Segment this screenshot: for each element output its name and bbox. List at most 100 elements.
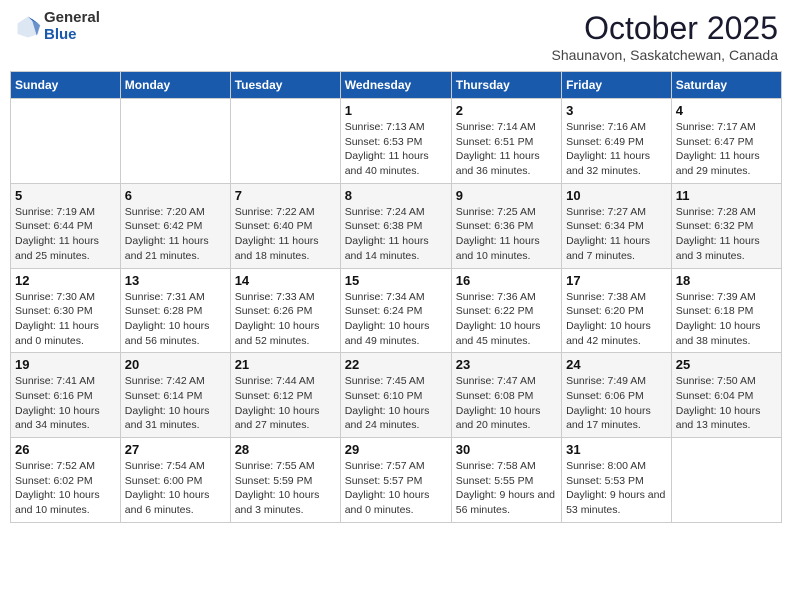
calendar-cell: 23Sunrise: 7:47 AM Sunset: 6:08 PM Dayli… bbox=[451, 353, 561, 438]
logo: General Blue bbox=[14, 10, 100, 43]
calendar-cell: 16 Sunrise: 7:36 AM Sunset: 6:22 PM Dayli… bbox=[451, 268, 561, 353]
logo-general: General bbox=[44, 10, 100, 27]
day-info: Sunrise: 7:54 AM Sunset: 6:00 PM Dayligh… bbox=[125, 459, 226, 518]
calendar-cell: 4 Sunrise: 7:17 AM Sunset: 6:47 PM Daylig… bbox=[671, 99, 781, 184]
day-number: 25 bbox=[676, 357, 777, 372]
weekday-header-row: SundayMondayTuesdayWednesdayThursdayFrid… bbox=[11, 72, 782, 99]
day-info: Sunrise: 7:47 AM Sunset: 6:08 PM Dayligh… bbox=[456, 374, 557, 433]
day-number: 29 bbox=[345, 442, 447, 457]
calendar-cell: 31Sunrise: 8:00 AM Sunset: 5:53 PM Dayli… bbox=[562, 438, 672, 523]
calendar-cell: 3 Sunrise: 7:16 AM Sunset: 6:49 PM Daylig… bbox=[562, 99, 672, 184]
day-number: 7 bbox=[235, 188, 336, 203]
day-number: 2 bbox=[456, 103, 557, 118]
calendar-cell: 11 Sunrise: 7:28 AM Sunset: 6:32 PM Dayli… bbox=[671, 183, 781, 268]
calendar-cell: 13 Sunrise: 7:31 AM Sunset: 6:28 PM Dayli… bbox=[120, 268, 230, 353]
day-number: 13 bbox=[125, 273, 226, 288]
day-number: 8 bbox=[345, 188, 447, 203]
day-number: 18 bbox=[676, 273, 777, 288]
day-number: 20 bbox=[125, 357, 226, 372]
calendar-cell: 18 Sunrise: 7:39 AM Sunset: 6:18 PM Dayli… bbox=[671, 268, 781, 353]
calendar-cell bbox=[11, 99, 121, 184]
logo-blue: Blue bbox=[44, 27, 100, 44]
day-info: Sunrise: 7:13 AM Sunset: 6:53 PM Dayligh… bbox=[345, 120, 447, 179]
day-number: 28 bbox=[235, 442, 336, 457]
day-number: 16 bbox=[456, 273, 557, 288]
weekday-header-wednesday: Wednesday bbox=[340, 72, 451, 99]
day-info: Sunrise: 7:31 AM Sunset: 6:28 PM Dayligh… bbox=[125, 290, 226, 349]
calendar-cell: 12Sunrise: 7:30 AM Sunset: 6:30 PM Dayli… bbox=[11, 268, 121, 353]
calendar-cell: 10 Sunrise: 7:27 AM Sunset: 6:34 PM Dayli… bbox=[562, 183, 672, 268]
day-info: Sunrise: 7:28 AM Sunset: 6:32 PM Dayligh… bbox=[676, 205, 777, 264]
day-info: Sunrise: 7:45 AM Sunset: 6:10 PM Dayligh… bbox=[345, 374, 447, 433]
day-info: Sunrise: 7:58 AM Sunset: 5:55 PM Dayligh… bbox=[456, 459, 557, 518]
logo-icon bbox=[14, 13, 42, 41]
day-info: Sunrise: 7:16 AM Sunset: 6:49 PM Dayligh… bbox=[566, 120, 667, 179]
calendar-cell: 19Sunrise: 7:41 AM Sunset: 6:16 PM Dayli… bbox=[11, 353, 121, 438]
day-info: Sunrise: 7:42 AM Sunset: 6:14 PM Dayligh… bbox=[125, 374, 226, 433]
day-info: Sunrise: 7:44 AM Sunset: 6:12 PM Dayligh… bbox=[235, 374, 336, 433]
calendar-cell: 1 Sunrise: 7:13 AM Sunset: 6:53 PM Daylig… bbox=[340, 99, 451, 184]
logo-text: General Blue bbox=[44, 10, 100, 43]
day-info: Sunrise: 7:20 AM Sunset: 6:42 PM Dayligh… bbox=[125, 205, 226, 264]
calendar-cell: 6 Sunrise: 7:20 AM Sunset: 6:42 PM Daylig… bbox=[120, 183, 230, 268]
day-number: 12 bbox=[15, 273, 116, 288]
day-number: 10 bbox=[566, 188, 667, 203]
day-number: 3 bbox=[566, 103, 667, 118]
day-info: Sunrise: 7:52 AM Sunset: 6:02 PM Dayligh… bbox=[15, 459, 116, 518]
week-row-5: 26 Sunrise: 7:52 AM Sunset: 6:02 PM Dayli… bbox=[11, 438, 782, 523]
calendar-cell: 8 Sunrise: 7:24 AM Sunset: 6:38 PM Daylig… bbox=[340, 183, 451, 268]
day-info: Sunrise: 7:55 AM Sunset: 5:59 PM Dayligh… bbox=[235, 459, 336, 518]
calendar-cell: 9Sunrise: 7:25 AM Sunset: 6:36 PM Daylig… bbox=[451, 183, 561, 268]
calendar-cell: 21 Sunrise: 7:44 AM Sunset: 6:12 PM Dayli… bbox=[230, 353, 340, 438]
day-info: Sunrise: 7:33 AM Sunset: 6:26 PM Dayligh… bbox=[235, 290, 336, 349]
calendar-cell: 2 Sunrise: 7:14 AM Sunset: 6:51 PM Daylig… bbox=[451, 99, 561, 184]
calendar-cell bbox=[120, 99, 230, 184]
day-number: 6 bbox=[125, 188, 226, 203]
day-info: Sunrise: 7:50 AM Sunset: 6:04 PM Dayligh… bbox=[676, 374, 777, 433]
calendar-cell bbox=[671, 438, 781, 523]
day-info: Sunrise: 7:27 AM Sunset: 6:34 PM Dayligh… bbox=[566, 205, 667, 264]
day-number: 15 bbox=[345, 273, 447, 288]
calendar-cell: 25 Sunrise: 7:50 AM Sunset: 6:04 PM Dayli… bbox=[671, 353, 781, 438]
calendar-cell: 14 Sunrise: 7:33 AM Sunset: 6:26 PM Dayli… bbox=[230, 268, 340, 353]
day-info: Sunrise: 7:19 AM Sunset: 6:44 PM Dayligh… bbox=[15, 205, 116, 264]
calendar-cell: 27Sunrise: 7:54 AM Sunset: 6:00 PM Dayli… bbox=[120, 438, 230, 523]
calendar-cell: 5Sunrise: 7:19 AM Sunset: 6:44 PM Daylig… bbox=[11, 183, 121, 268]
day-info: Sunrise: 7:36 AM Sunset: 6:22 PM Dayligh… bbox=[456, 290, 557, 349]
day-info: Sunrise: 7:57 AM Sunset: 5:57 PM Dayligh… bbox=[345, 459, 447, 518]
calendar-cell: 26 Sunrise: 7:52 AM Sunset: 6:02 PM Dayli… bbox=[11, 438, 121, 523]
day-number: 1 bbox=[345, 103, 447, 118]
month-title: October 2025 bbox=[552, 10, 779, 47]
calendar-cell: 29 Sunrise: 7:57 AM Sunset: 5:57 PM Dayli… bbox=[340, 438, 451, 523]
day-info: Sunrise: 7:49 AM Sunset: 6:06 PM Dayligh… bbox=[566, 374, 667, 433]
day-info: Sunrise: 7:39 AM Sunset: 6:18 PM Dayligh… bbox=[676, 290, 777, 349]
calendar-cell: 22Sunrise: 7:45 AM Sunset: 6:10 PM Dayli… bbox=[340, 353, 451, 438]
day-info: Sunrise: 7:34 AM Sunset: 6:24 PM Dayligh… bbox=[345, 290, 447, 349]
week-row-4: 19Sunrise: 7:41 AM Sunset: 6:16 PM Dayli… bbox=[11, 353, 782, 438]
weekday-header-monday: Monday bbox=[120, 72, 230, 99]
page-header: General Blue October 2025 Shaunavon, Sas… bbox=[10, 10, 782, 63]
calendar-cell: 17Sunrise: 7:38 AM Sunset: 6:20 PM Dayli… bbox=[562, 268, 672, 353]
day-info: Sunrise: 7:24 AM Sunset: 6:38 PM Dayligh… bbox=[345, 205, 447, 264]
week-row-1: 1 Sunrise: 7:13 AM Sunset: 6:53 PM Daylig… bbox=[11, 99, 782, 184]
day-info: Sunrise: 7:41 AM Sunset: 6:16 PM Dayligh… bbox=[15, 374, 116, 433]
day-info: Sunrise: 7:17 AM Sunset: 6:47 PM Dayligh… bbox=[676, 120, 777, 179]
day-info: Sunrise: 7:25 AM Sunset: 6:36 PM Dayligh… bbox=[456, 205, 557, 264]
weekday-header-saturday: Saturday bbox=[671, 72, 781, 99]
calendar-cell: 20 Sunrise: 7:42 AM Sunset: 6:14 PM Dayli… bbox=[120, 353, 230, 438]
location: Shaunavon, Saskatchewan, Canada bbox=[552, 47, 779, 63]
weekday-header-tuesday: Tuesday bbox=[230, 72, 340, 99]
week-row-3: 12Sunrise: 7:30 AM Sunset: 6:30 PM Dayli… bbox=[11, 268, 782, 353]
day-number: 26 bbox=[15, 442, 116, 457]
calendar-cell: 24Sunrise: 7:49 AM Sunset: 6:06 PM Dayli… bbox=[562, 353, 672, 438]
calendar-cell bbox=[230, 99, 340, 184]
day-number: 21 bbox=[235, 357, 336, 372]
day-number: 14 bbox=[235, 273, 336, 288]
calendar-table: SundayMondayTuesdayWednesdayThursdayFrid… bbox=[10, 71, 782, 523]
day-info: Sunrise: 7:14 AM Sunset: 6:51 PM Dayligh… bbox=[456, 120, 557, 179]
day-info: Sunrise: 8:00 AM Sunset: 5:53 PM Dayligh… bbox=[566, 459, 667, 518]
day-number: 30 bbox=[456, 442, 557, 457]
day-number: 11 bbox=[676, 188, 777, 203]
day-number: 4 bbox=[676, 103, 777, 118]
calendar-cell: 28 Sunrise: 7:55 AM Sunset: 5:59 PM Dayli… bbox=[230, 438, 340, 523]
